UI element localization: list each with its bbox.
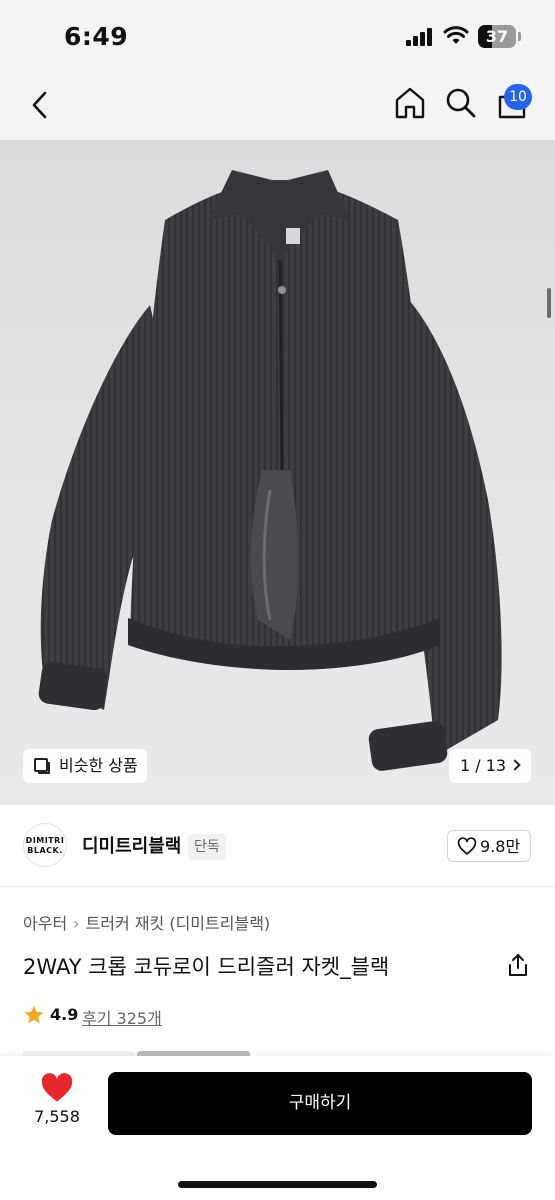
product-detail-page: 6:49 37 10 비슷한 상품 1 / 13 DIMITRI BLACK. …	[0, 0, 555, 1200]
heart-outline-icon	[457, 837, 477, 855]
wifi-icon	[443, 26, 469, 44]
cart-badge: 10	[504, 84, 532, 110]
nav-bar	[0, 72, 555, 140]
signal-icon	[406, 28, 434, 46]
similar-products-button[interactable]: 비슷한 상품	[23, 749, 147, 783]
divider	[0, 886, 555, 887]
buy-button[interactable]: 구매하기	[108, 1072, 532, 1135]
status-time: 6:49	[64, 22, 129, 51]
status-bar: 6:49 37	[0, 0, 555, 72]
similar-products-label: 비슷한 상품	[59, 756, 138, 775]
scroll-indicator	[547, 288, 551, 318]
product-title: 2WAY 크롭 코듀로이 드리즐러 자켓_블랙	[23, 955, 390, 979]
brand-like-count: 9.8만	[480, 837, 521, 856]
jacket-photo	[38, 170, 502, 771]
brand-name[interactable]: 디미트리블랙	[82, 832, 181, 858]
breadcrumb-subcategory[interactable]: 트러커 재킷 (디미트리블랙)	[86, 914, 271, 933]
search-icon[interactable]	[445, 86, 477, 120]
heart-filled-icon[interactable]	[40, 1073, 74, 1103]
wish-count: 7,558	[34, 1107, 80, 1126]
star-icon	[24, 1005, 44, 1024]
image-counter-button[interactable]: 1 / 13	[449, 749, 531, 783]
breadcrumb: 아우터 › 트러커 재킷 (디미트리블랙)	[23, 910, 270, 934]
brand-logo[interactable]: DIMITRI BLACK.	[23, 823, 67, 867]
share-icon[interactable]	[506, 952, 530, 978]
breadcrumb-category[interactable]: 아우터	[23, 914, 67, 933]
chevron-right-icon	[509, 759, 521, 771]
home-icon[interactable]	[394, 86, 426, 120]
battery-tip	[518, 32, 521, 41]
product-image[interactable]	[0, 140, 555, 805]
image-counter: 1 / 13	[460, 756, 507, 775]
breadcrumb-separator-icon: ›	[73, 914, 80, 933]
exclusive-badge: 단독	[188, 834, 226, 860]
review-count-link[interactable]: 후기 325개	[82, 1005, 162, 1029]
copy-icon-back	[38, 762, 50, 774]
brand-like-button[interactable]: 9.8만	[447, 830, 531, 862]
rating-score: 4.9	[50, 1005, 79, 1024]
back-icon[interactable]	[26, 88, 54, 122]
battery-level: 37	[485, 27, 509, 46]
home-indicator	[178, 1181, 377, 1188]
battery-icon: 37	[478, 25, 516, 48]
